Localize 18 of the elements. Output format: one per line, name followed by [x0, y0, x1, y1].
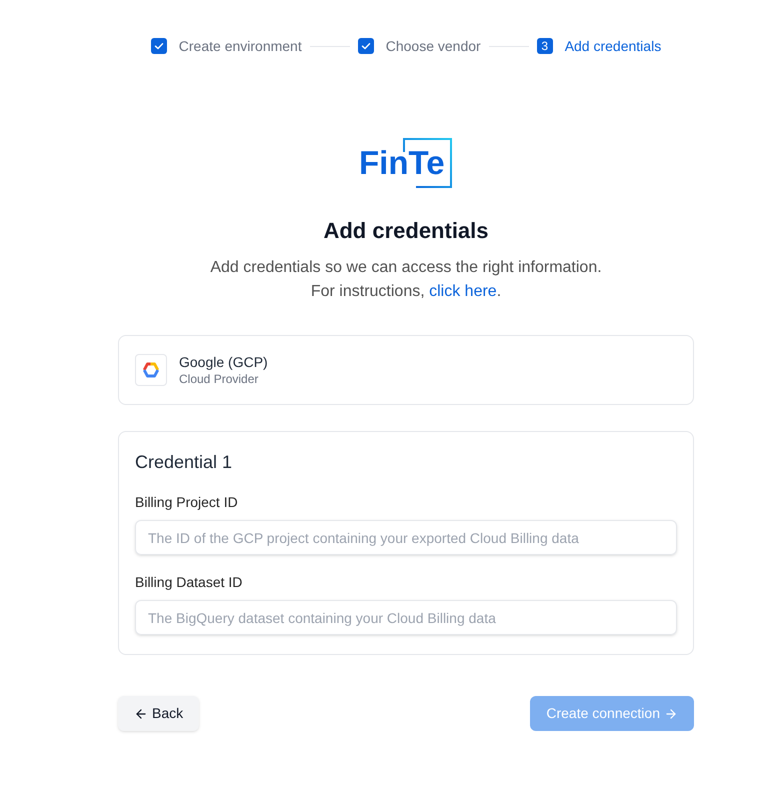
instructions-link[interactable]: click here — [429, 283, 497, 300]
field-label: Billing Project ID — [135, 493, 239, 512]
text-field[interactable]: The ID of the GCP project containing your exported Cloud Billing data — [135, 520, 677, 555]
step-number: 3 — [536, 38, 553, 54]
back-button[interactable]: Back — [118, 696, 200, 731]
credential-title: Credential 1 — [135, 451, 234, 474]
step-label[interactable]: Create environment — [178, 36, 302, 56]
field-label: Billing Dataset ID — [135, 573, 244, 592]
subtitle-text: Add credentials so we can access the right information. For instructions, click here. — [209, 258, 603, 302]
logo: FinTe — [359, 138, 453, 188]
arrow-right-icon — [664, 706, 678, 720]
step-label[interactable]: Choose vendor — [386, 36, 481, 56]
step-label[interactable]: Add credentials — [564, 36, 662, 56]
provider-type: Cloud Provider — [179, 371, 260, 387]
text-field[interactable]: The BigQuery dataset containing your Cloud Billing data — [135, 600, 677, 635]
page-title: Add credentials — [322, 217, 490, 245]
provider-name: Google (GCP) — [179, 353, 268, 371]
hexagon-logo-icon — [143, 362, 159, 378]
